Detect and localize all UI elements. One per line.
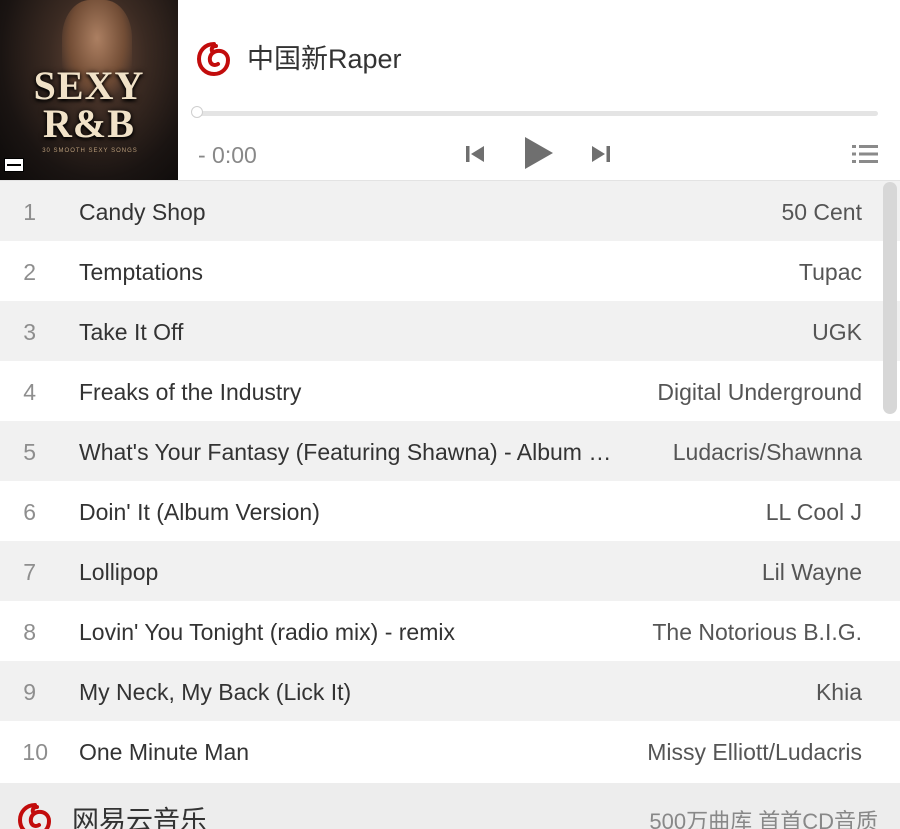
netease-music-logo-icon [195, 40, 233, 78]
footer-banner[interactable]: 网易云音乐 500万曲库 首首CD音质 [0, 783, 900, 829]
track-title: Freaks of the Industry [79, 379, 302, 405]
track-title: One Minute Man [79, 739, 250, 765]
track-title: Doin' It (Album Version) [79, 499, 320, 525]
track-artist: Tupac [798, 259, 862, 285]
track-artist: Ludacris/Shawnna [672, 439, 862, 465]
album-cover[interactable]: SEXY R&B 30 SMOOTH SEXY SONGS [0, 0, 178, 180]
track-row[interactable]: 8 Lovin' You Tonight (radio mix) - remix… [0, 601, 900, 661]
track-artist: Lil Wayne [761, 559, 862, 585]
track-number: 2 [23, 259, 36, 285]
scrollbar-thumb[interactable] [883, 182, 897, 414]
track-number: 3 [23, 319, 36, 345]
next-track-button[interactable] [588, 140, 614, 168]
track-number: 1 [23, 199, 36, 225]
track-row[interactable]: 4 Freaks of the Industry Digital Undergr… [0, 361, 900, 421]
playlist-title: 中国新Raper [247, 44, 402, 74]
track-number: 5 [23, 439, 36, 465]
track-row[interactable]: 1 Candy Shop 50 Cent [0, 181, 900, 241]
track-row[interactable]: 5 What's Your Fantasy (Featuring Shawna)… [0, 421, 900, 481]
track-artist: LL Cool J [765, 499, 862, 525]
footer-brand-name: 网易云音乐 [72, 806, 207, 829]
track-title: My Neck, My Back (Lick It) [79, 679, 352, 705]
track-row[interactable]: 3 Take It Off UGK [0, 301, 900, 361]
track-row[interactable]: 6 Doin' It (Album Version) LL Cool J [0, 481, 900, 541]
playlist-toggle-button[interactable] [849, 140, 881, 168]
play-button[interactable] [519, 131, 557, 175]
progress-handle[interactable] [191, 106, 203, 118]
track-row[interactable]: 2 Temptations Tupac [0, 241, 900, 301]
cover-subtitle: 30 SMOOTH SEXY SONGS [42, 148, 138, 154]
track-number: 4 [23, 379, 36, 405]
track-artist: UGK [812, 319, 862, 345]
track-artist: 50 Cent [781, 199, 862, 225]
footer-slogan: 500万曲库 首首CD音质 [649, 809, 878, 829]
track-row[interactable]: 10 One Minute Man Missy Elliott/Ludacris [0, 721, 900, 781]
track-artist: Digital Underground [657, 379, 862, 405]
track-number: 7 [23, 559, 36, 585]
track-row[interactable]: 9 My Neck, My Back (Lick It) Khia [0, 661, 900, 721]
progress-bar[interactable] [191, 106, 878, 118]
play-icon [525, 137, 553, 169]
track-title: What's Your Fantasy (Featuring Shawna) -… [79, 439, 619, 465]
skip-next-icon [592, 146, 610, 162]
time-display: - 0:00 [198, 142, 257, 168]
skip-previous-icon [466, 146, 484, 162]
track-artist: Khia [815, 679, 862, 705]
track-number: 6 [23, 499, 36, 525]
track-title: Lovin' You Tonight (radio mix) - remix [79, 619, 455, 645]
music-player-widget: SEXY R&B 30 SMOOTH SEXY SONGS 中国新Raper -… [0, 0, 900, 829]
netease-music-logo-icon [16, 801, 54, 829]
track-title: Temptations [79, 259, 204, 285]
cover-title-line2: R&B [43, 101, 135, 146]
track-row[interactable]: 7 Lollipop Lil Wayne [0, 541, 900, 601]
player-header: SEXY R&B 30 SMOOTH SEXY SONGS 中国新Raper -… [0, 0, 900, 181]
track-artist: Missy Elliott/Ludacris [647, 739, 862, 765]
track-number: 10 [22, 739, 48, 765]
track-number: 8 [23, 619, 36, 645]
track-list: 1 Candy Shop 50 Cent 2 Temptations Tupac… [0, 181, 900, 783]
track-artist: The Notorious B.I.G. [652, 619, 862, 645]
parental-advisory-icon [4, 158, 24, 172]
track-title: Take It Off [79, 319, 184, 345]
previous-track-button[interactable] [462, 140, 488, 168]
track-title: Lollipop [79, 559, 159, 585]
track-title: Candy Shop [79, 199, 206, 225]
track-number: 9 [23, 679, 36, 705]
playlist-icon [852, 145, 878, 163]
